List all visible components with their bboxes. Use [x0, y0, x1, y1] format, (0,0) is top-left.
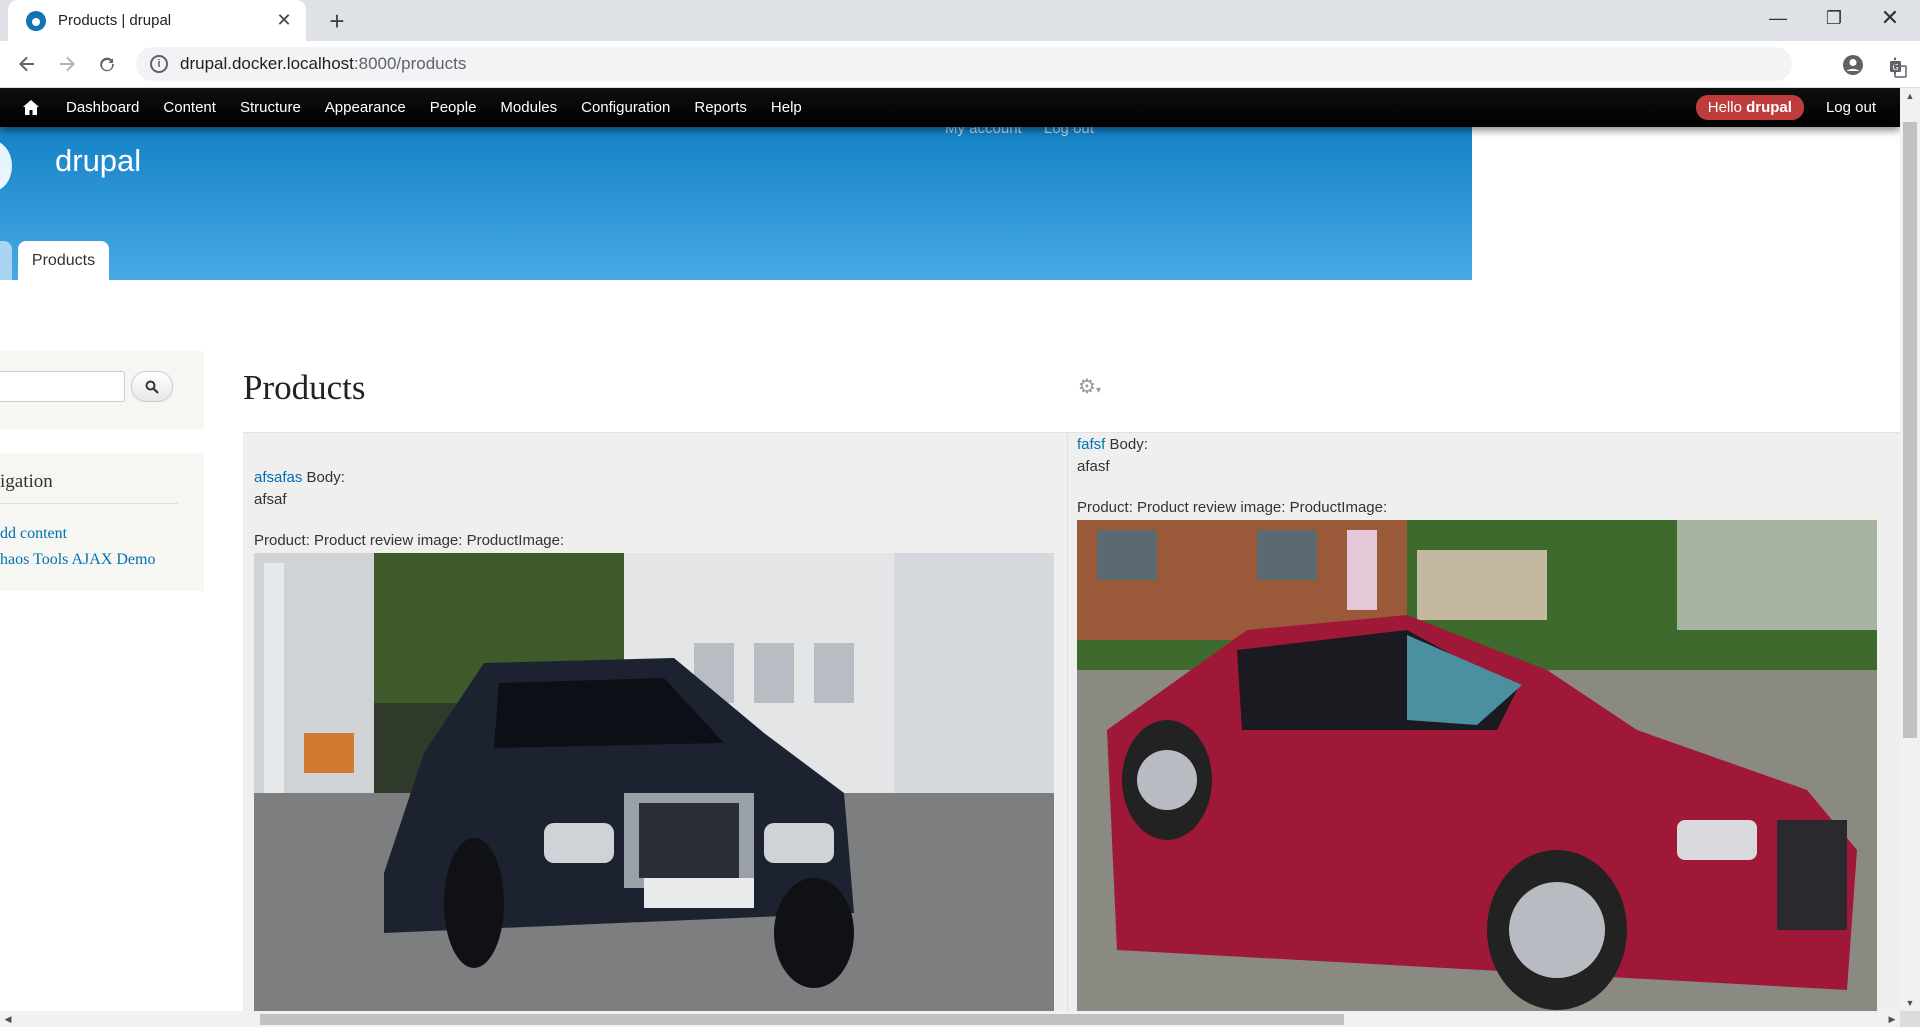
car-photo-sedan: [1077, 520, 1877, 1011]
toolbar-dashboard[interactable]: Dashboard: [54, 88, 151, 127]
toolbar-user-area: Hello drupal Log out: [1695, 88, 1900, 127]
browser-tabstrip: Products | drupal ✕ + — ❐ ✕: [0, 0, 1920, 41]
product-body: afasf: [1077, 458, 1110, 475]
browser-menu-icon[interactable]: ⋮: [1878, 48, 1912, 82]
toolbar-modules[interactable]: Modules: [488, 88, 569, 127]
admin-toolbar: Dashboard Content Structure Appearance P…: [0, 88, 1900, 127]
product-item: fafsf Body: afasf Product: Product revie…: [1067, 433, 1900, 1011]
body-label: Body:: [302, 469, 345, 486]
scroll-down-arrow-icon[interactable]: ▼: [1900, 995, 1920, 1011]
page-viewport: drupal My account Log out Products Dashb…: [0, 88, 1900, 1011]
browser-tab[interactable]: Products | drupal ✕: [8, 0, 306, 41]
car-photo-wagon: [254, 553, 1054, 1011]
search-block: [0, 351, 204, 429]
back-arrow-icon[interactable]: [10, 47, 44, 81]
hello-username: drupal: [1746, 99, 1792, 116]
tab-products[interactable]: Products: [18, 241, 109, 280]
home-icon[interactable]: [8, 88, 54, 127]
forward-arrow-icon[interactable]: [50, 47, 84, 81]
drupal-favicon-icon: [26, 10, 46, 31]
tab-home-partial[interactable]: [0, 241, 12, 280]
scroll-right-arrow-icon[interactable]: ▶: [1884, 1011, 1900, 1027]
search-button[interactable]: [131, 371, 173, 402]
product-image: [1077, 520, 1877, 1011]
browser-toolbar: i drupal.docker.localhost :8000/products…: [0, 41, 1920, 88]
toolbar-people[interactable]: People: [418, 88, 489, 127]
hello-prefix: Hello: [1707, 99, 1747, 116]
nav-link-ctools-ajax-demo[interactable]: haos Tools AJAX Demo: [0, 551, 155, 569]
tab-close-icon[interactable]: ✕: [270, 10, 298, 31]
toolbar-reports[interactable]: Reports: [682, 88, 759, 127]
drupal-logo-icon[interactable]: [0, 140, 12, 192]
new-tab-button[interactable]: +: [322, 6, 352, 37]
nav-link-add-content[interactable]: dd content: [0, 525, 67, 543]
url-host: drupal.docker.localhost: [180, 54, 354, 73]
maximize-button[interactable]: ❐: [1806, 0, 1862, 36]
search-input[interactable]: [0, 371, 125, 402]
product-title-link[interactable]: fafsf: [1077, 436, 1105, 453]
hello-user-badge[interactable]: Hello drupal: [1695, 95, 1804, 120]
address-bar[interactable]: i drupal.docker.localhost :8000/products…: [136, 47, 1907, 81]
toolbar-appearance[interactable]: Appearance: [313, 88, 418, 127]
toolbar-logout-link[interactable]: Log out: [1814, 99, 1900, 116]
product-item: afsafas Body: afsaf Product: Product rev…: [243, 433, 1067, 1011]
horizontal-scrollbar[interactable]: ◀ ▶: [0, 1011, 1900, 1027]
minimize-button[interactable]: —: [1750, 0, 1806, 36]
tab-title: Products | drupal: [58, 12, 172, 29]
body-label: Body:: [1105, 436, 1148, 453]
vertical-scrollbar[interactable]: ▲ ▼: [1900, 88, 1920, 1011]
toolbar-help[interactable]: Help: [759, 88, 814, 127]
product-title-line: fafsf Body:: [1077, 436, 1148, 453]
search-icon: [145, 380, 159, 394]
product-body: afsaf: [254, 491, 287, 508]
toolbar-content[interactable]: Content: [151, 88, 228, 127]
horizontal-scroll-thumb[interactable]: [260, 1014, 1344, 1025]
vertical-scroll-thumb[interactable]: [1903, 122, 1917, 738]
products-grid: afsafas Body: afsaf Product: Product rev…: [243, 432, 1900, 1011]
scroll-up-arrow-icon[interactable]: ▲: [1900, 88, 1920, 104]
product-image-label: Product: Product review image: ProductIm…: [1077, 499, 1388, 516]
scrollbar-corner: [1900, 1011, 1920, 1027]
scroll-left-arrow-icon[interactable]: ◀: [0, 1011, 16, 1027]
gear-icon[interactable]: ⚙▾: [1078, 374, 1101, 399]
product-title-link[interactable]: afsafas: [254, 469, 302, 486]
toolbar-configuration[interactable]: Configuration: [569, 88, 682, 127]
toolbar-structure[interactable]: Structure: [228, 88, 313, 127]
close-window-button[interactable]: ✕: [1862, 0, 1918, 36]
profile-icon[interactable]: [1836, 48, 1870, 82]
product-image: [254, 553, 1054, 1011]
info-icon[interactable]: i: [150, 55, 168, 73]
navigation-block: igation dd content haos Tools AJAX Demo: [0, 453, 204, 591]
navigation-title: igation: [0, 471, 178, 504]
reload-icon[interactable]: [90, 47, 124, 81]
product-image-label: Product: Product review image: ProductIm…: [254, 532, 565, 549]
page-title: Products: [243, 368, 366, 407]
product-title-line: afsafas Body:: [254, 469, 345, 486]
url-path: :8000/products: [353, 54, 467, 73]
site-name[interactable]: drupal: [55, 143, 141, 179]
